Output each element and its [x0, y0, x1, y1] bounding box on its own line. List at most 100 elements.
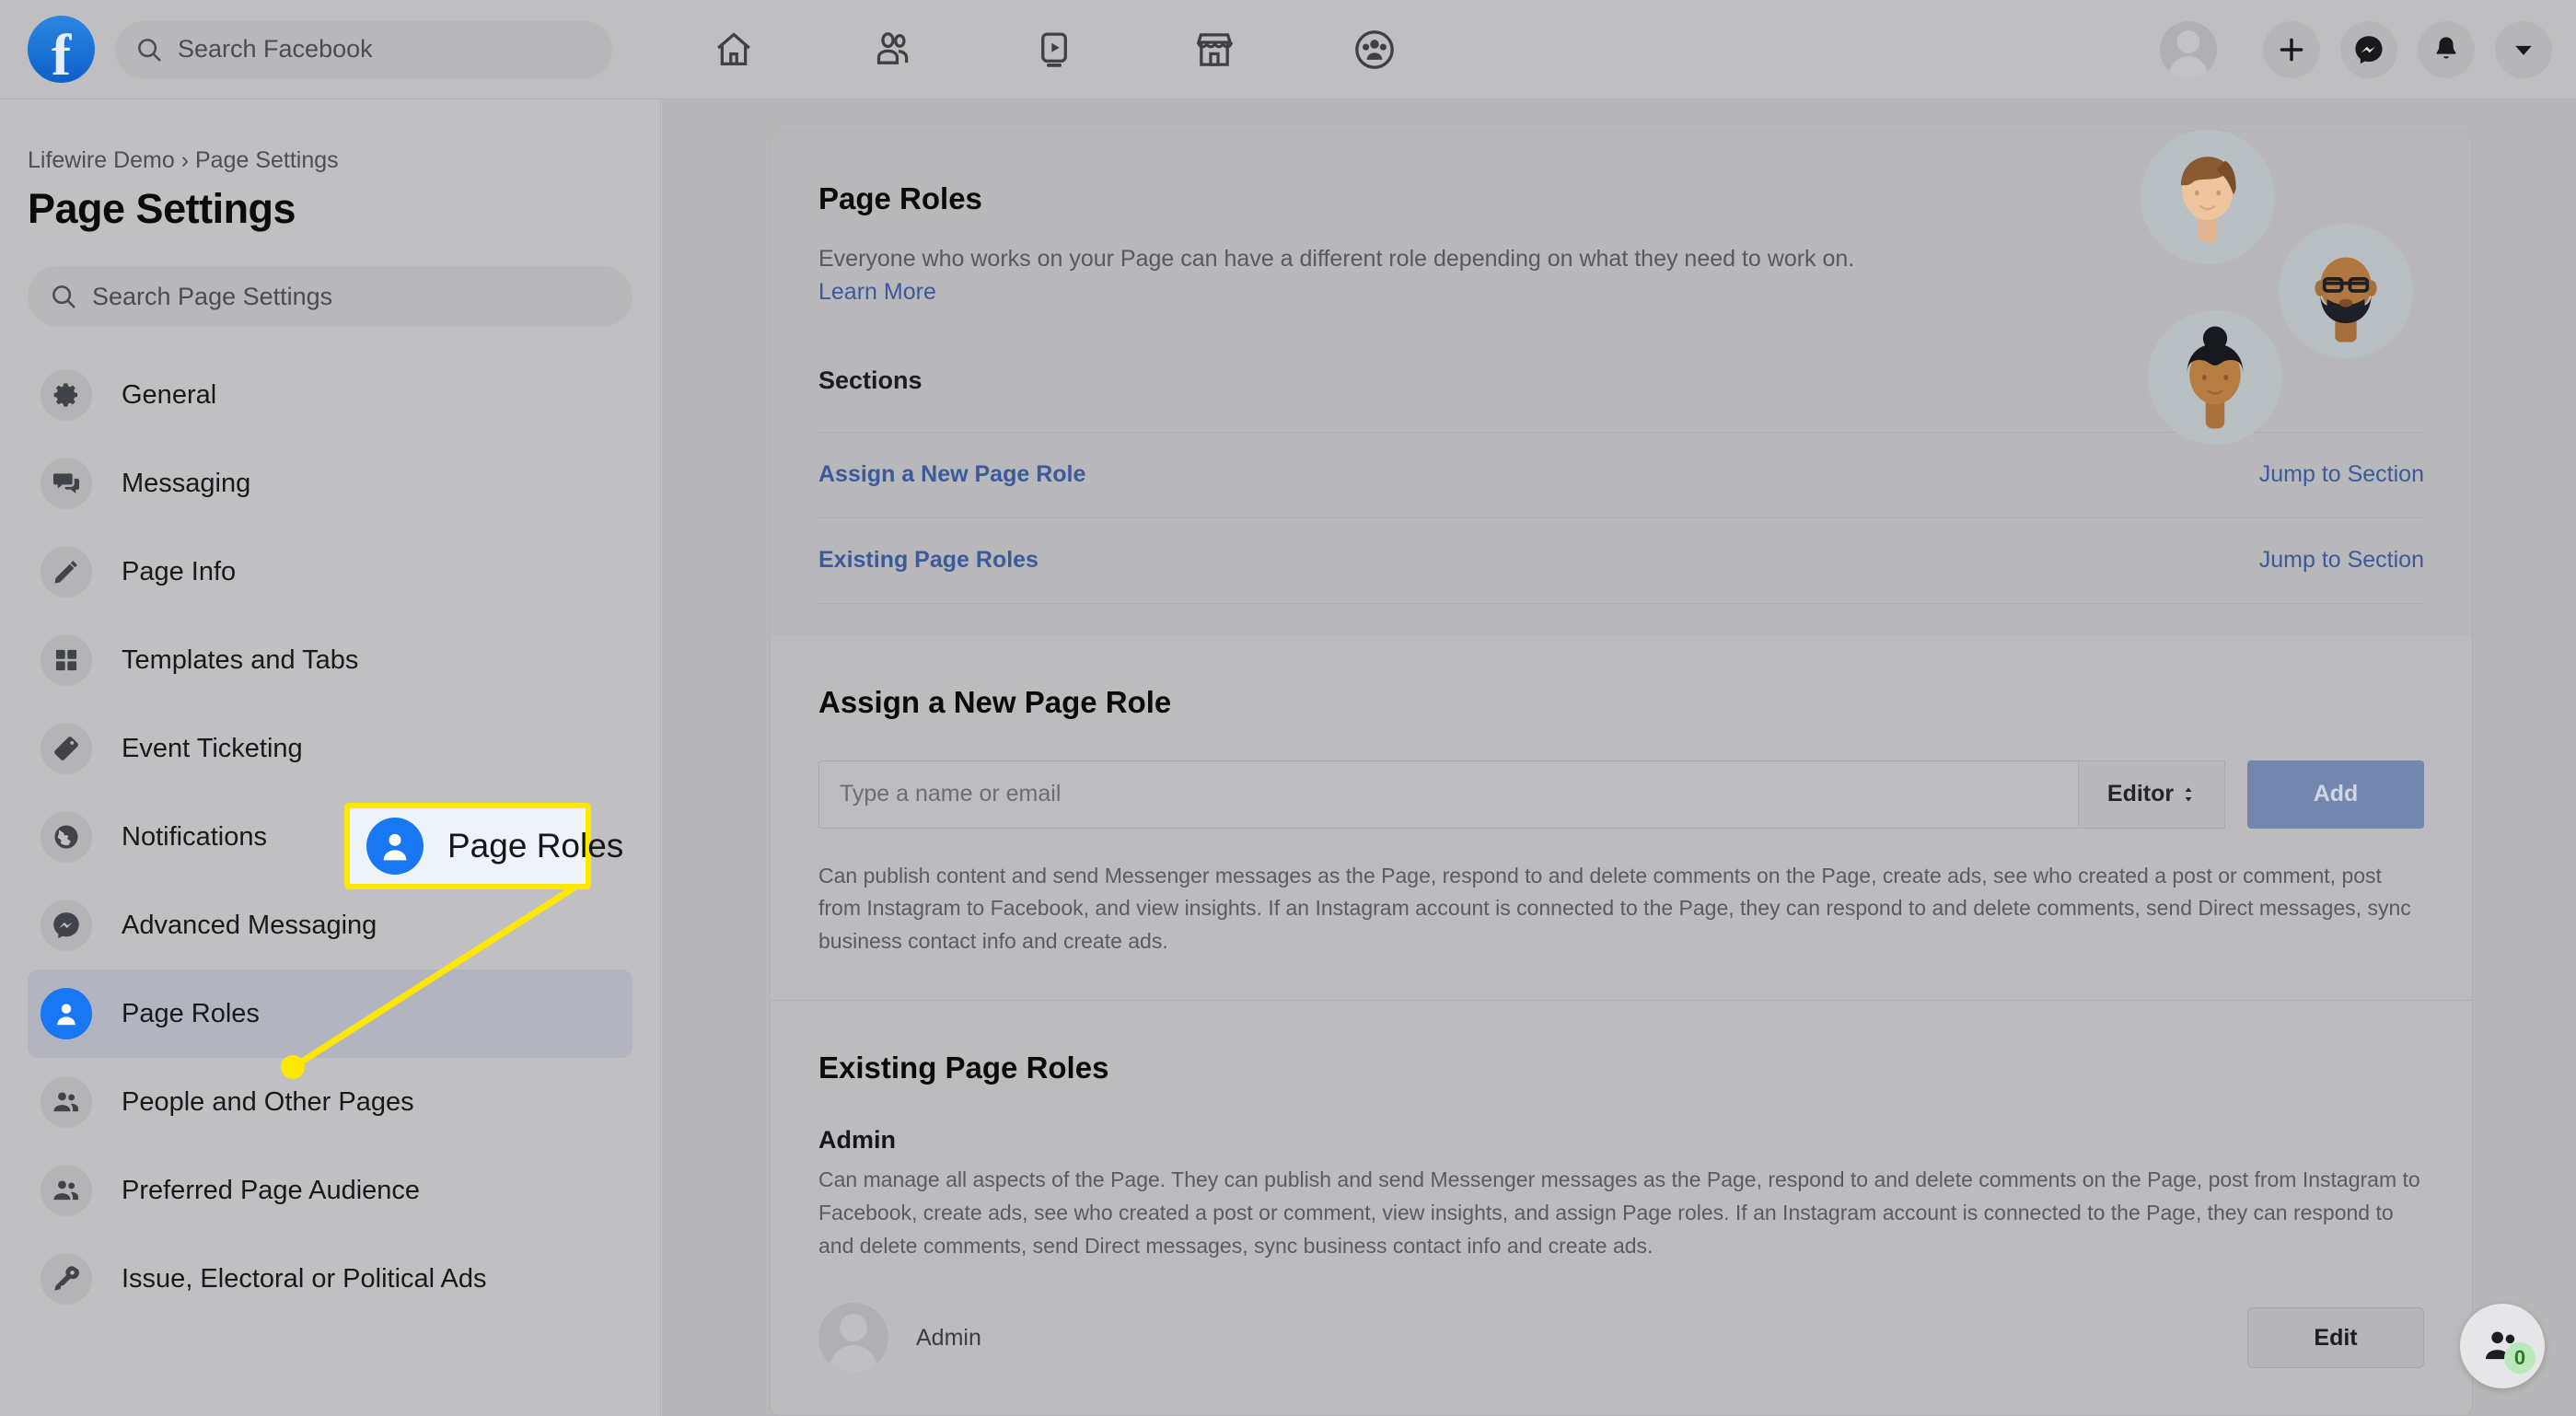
sidebar-item-preferred-page-audience[interactable]: Preferred Page Audience: [28, 1146, 632, 1235]
role-member-row: Admin Edit: [818, 1303, 2424, 1374]
messenger-icon: [2355, 36, 2383, 64]
facebook-logo-icon[interactable]: f: [28, 16, 95, 87]
assign-new-page-role-section: Assign a New Page Role Type a name or em…: [771, 635, 2472, 1001]
grid-icon: [41, 634, 92, 686]
search-facebook-placeholder: Search Facebook: [178, 35, 373, 63]
messenger-button[interactable]: [2340, 21, 2397, 78]
role-select-dropdown[interactable]: Editor: [2078, 760, 2225, 829]
sidebar-item-label: General: [122, 379, 217, 410]
contacts-floating-button[interactable]: 0: [2460, 1304, 2545, 1388]
people-icon: [41, 1076, 92, 1128]
sidebar-item-people-and-other-pages[interactable]: People and Other Pages: [28, 1058, 632, 1146]
search-facebook-input[interactable]: Search Facebook: [115, 20, 612, 78]
sidebar-item-general[interactable]: General: [28, 351, 632, 439]
top-navigation-bar: f Search Facebook: [0, 0, 2576, 99]
person-icon: [41, 988, 92, 1039]
friends-icon[interactable]: [868, 24, 920, 75]
name-or-email-input[interactable]: Type a name or email: [818, 760, 2078, 829]
key-icon: [41, 1253, 92, 1305]
sidebar-item-label: Templates and Tabs: [122, 644, 359, 675]
sidebar-item-label: Advanced Messaging: [122, 910, 377, 940]
name-or-email-placeholder: Type a name or email: [840, 781, 1062, 807]
home-icon[interactable]: [708, 24, 760, 75]
sidebar-item-label: Event Ticketing: [122, 733, 303, 763]
sidebar-item-page-info[interactable]: Page Info: [28, 528, 632, 616]
page-roles-callout: Page Roles: [344, 803, 623, 889]
sidebar-item-issue-electoral-or-political-ads[interactable]: Issue, Electoral or Political Ads: [28, 1235, 632, 1323]
section-link-row[interactable]: Existing Page Roles Jump to Section: [818, 518, 2424, 603]
account-menu-button[interactable]: [2495, 21, 2552, 78]
page-roles-description-text: Everyone who works on your Page can have…: [818, 246, 1855, 272]
search-page-settings-input[interactable]: Search Page Settings: [28, 266, 632, 327]
page-roles-header: Page Roles Everyone who works on your Pa…: [771, 130, 2472, 445]
sidebar-item-label: People and Other Pages: [122, 1086, 414, 1117]
page-roles-card: Page Roles Everyone who works on your Pa…: [770, 130, 2473, 1416]
existing-page-roles-section: Existing Page Roles Admin Can manage all…: [771, 1001, 2472, 1415]
avatar-illustration-2: [2279, 224, 2413, 358]
sidebar-item-label: Messaging: [122, 468, 251, 498]
sidebar-item-label: Page Info: [122, 556, 237, 586]
contacts-badge: 0: [2504, 1342, 2535, 1374]
chat-bubbles-icon: [41, 458, 92, 509]
people-icon: [41, 1165, 92, 1216]
notifications-button[interactable]: [2418, 21, 2475, 78]
assign-section-title: Assign a New Page Role: [818, 684, 1172, 719]
section-link-row[interactable]: Assign a New Page Role Jump to Section: [818, 433, 2424, 517]
search-page-settings-placeholder: Search Page Settings: [92, 282, 333, 310]
person-icon: [366, 818, 424, 875]
page-roles-description: Everyone who works on your Page can have…: [818, 242, 1905, 309]
bell-icon: [2436, 37, 2456, 59]
avatar-illustration-3: [2148, 310, 2282, 445]
sidebar-item-label: Page Roles: [122, 998, 260, 1028]
search-icon: [52, 285, 75, 308]
breadcrumb[interactable]: Lifewire Demo › Page Settings: [28, 147, 632, 174]
role-name: Admin: [818, 1126, 896, 1155]
sidebar-item-messaging[interactable]: Messaging: [28, 439, 632, 528]
jump-to-section-link[interactable]: Jump to Section: [2259, 461, 2424, 488]
globe-icon: [41, 811, 92, 863]
ticket-icon: [41, 723, 92, 774]
sidebar-item-label: Issue, Electoral or Political Ads: [122, 1263, 487, 1294]
watch-video-icon[interactable]: [1028, 24, 1080, 75]
sidebar-item-page-roles[interactable]: Page Roles: [28, 969, 632, 1058]
messenger-icon: [41, 900, 92, 951]
callout-label: Page Roles: [447, 827, 624, 865]
member-name: Admin: [916, 1324, 981, 1351]
add-role-button[interactable]: Add: [2247, 760, 2424, 829]
member-avatar: [818, 1303, 888, 1374]
page-roles-illustration: [2141, 115, 2444, 445]
gear-icon: [41, 369, 92, 421]
existing-section-title: Existing Page Roles: [818, 1050, 1109, 1085]
sidebar-item-label: Notifications: [122, 821, 267, 852]
assign-role-form: Type a name or email Editor Add: [818, 760, 2424, 829]
sidebar-item-templates-and-tabs[interactable]: Templates and Tabs: [28, 616, 632, 704]
main-content-area: Page Roles Everyone who works on your Pa…: [662, 99, 2576, 1416]
page-settings-sidebar: Lifewire Demo › Page Settings Page Setti…: [0, 99, 661, 1416]
profile-avatar[interactable]: [2160, 21, 2217, 78]
editor-role-description: Can publish content and send Messenger m…: [818, 863, 2411, 953]
groups-icon[interactable]: [1349, 24, 1400, 75]
sidebar-item-advanced-messaging[interactable]: Advanced Messaging: [28, 881, 632, 969]
jump-to-section-link[interactable]: Jump to Section: [2259, 547, 2424, 574]
section-name[interactable]: Existing Page Roles: [818, 547, 1039, 574]
sidebar-item-event-ticketing[interactable]: Event Ticketing: [28, 704, 632, 793]
primary-nav: [708, 24, 1400, 75]
updown-arrows-icon: [2185, 787, 2192, 801]
marketplace-icon[interactable]: [1189, 24, 1240, 75]
create-plus-button[interactable]: [2263, 21, 2320, 78]
edit-role-button[interactable]: Edit: [2247, 1307, 2424, 1369]
plus-icon: [2280, 38, 2303, 62]
page-roles-header-band: Page Roles Everyone who works on your Pa…: [771, 130, 2472, 635]
sections-list: Assign a New Page Role Jump to Section E…: [771, 431, 2472, 635]
page-title: Page Settings: [28, 185, 296, 232]
sidebar-item-label: Preferred Page Audience: [122, 1175, 421, 1205]
facebook-page-settings-screen: f Search Facebook Lifewire Demo › Page S…: [0, 0, 2576, 1416]
top-right-actions: [2160, 0, 2552, 99]
chevron-down-icon: [2515, 45, 2532, 55]
avatar-illustration-1: [2141, 130, 2275, 264]
role-select-value: Editor: [2106, 781, 2175, 807]
pencil-icon: [41, 546, 92, 598]
section-name[interactable]: Assign a New Page Role: [818, 461, 1085, 488]
search-icon: [138, 38, 161, 61]
learn-more-link[interactable]: Learn More: [818, 279, 936, 305]
